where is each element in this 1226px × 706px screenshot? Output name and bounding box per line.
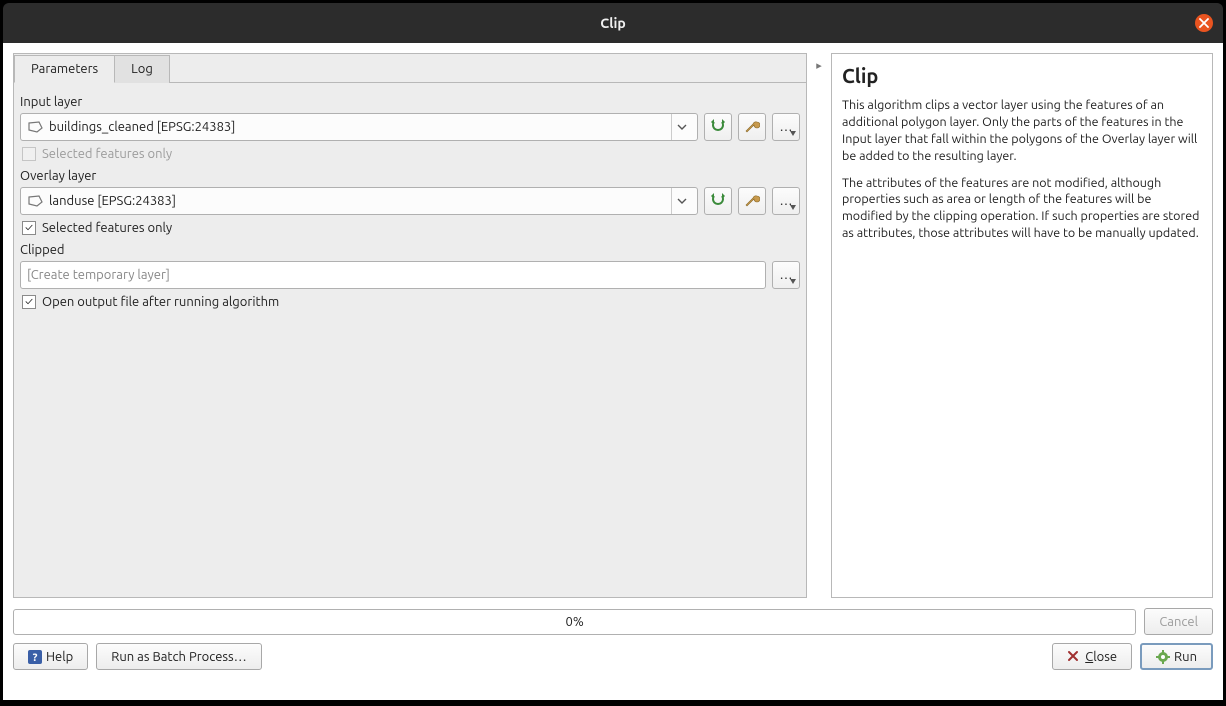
- input-layer-label: Input layer: [20, 95, 800, 109]
- wrench-icon[interactable]: [738, 187, 766, 215]
- clipped-output-input[interactable]: [Create temporary layer]: [20, 261, 766, 289]
- overlay-layer-row: landuse [EPSG:24383] …: [20, 187, 800, 215]
- input-selected-only-label: Selected features only: [42, 147, 172, 161]
- batch-button[interactable]: Run as Batch Process…: [96, 643, 261, 670]
- input-layer-row: buildings_cleaned [EPSG:24383]: [20, 113, 800, 141]
- input-selected-only-checkbox: [22, 147, 36, 161]
- overlay-layer-combo[interactable]: landuse [EPSG:24383]: [20, 187, 698, 215]
- help-pane: Clip This algorithm clips a vector layer…: [831, 53, 1213, 598]
- polygon-layer-icon: [27, 121, 43, 133]
- open-output-row: ✓ Open output file after running algorit…: [22, 295, 800, 309]
- help-icon: ?: [28, 650, 42, 664]
- close-icon[interactable]: [1195, 14, 1213, 32]
- help-button-label: Help: [46, 650, 73, 664]
- dialog-content: Parameters Log Input layer buildings_cle…: [3, 43, 1223, 700]
- progress-bar: 0%: [13, 609, 1136, 635]
- close-button-label: Close: [1085, 650, 1117, 664]
- close-x-icon: [1067, 650, 1081, 664]
- overlay-selected-only-row: ✓ Selected features only: [22, 221, 800, 235]
- input-layer-value: buildings_cleaned [EPSG:24383]: [49, 120, 667, 134]
- input-selected-only-row: Selected features only: [22, 147, 800, 161]
- open-output-checkbox[interactable]: ✓: [22, 295, 36, 309]
- help-paragraph-2: The attributes of the features are not m…: [842, 175, 1202, 243]
- parameters-pane: Parameters Log Input layer buildings_cle…: [13, 53, 807, 598]
- reload-icon[interactable]: [704, 113, 732, 141]
- run-button-label: Run: [1174, 650, 1197, 664]
- wrench-icon[interactable]: [738, 113, 766, 141]
- cancel-button: Cancel: [1144, 608, 1213, 635]
- dialog-window: Clip Parameters Log Input layer: [0, 0, 1226, 706]
- chevron-down-icon: [671, 188, 691, 214]
- close-button[interactable]: Close: [1052, 643, 1132, 670]
- chevron-down-icon: [671, 114, 691, 140]
- gear-run-icon: [1156, 650, 1170, 664]
- titlebar: Clip: [3, 3, 1223, 43]
- more-icon[interactable]: …: [772, 113, 800, 141]
- clipped-label: Clipped: [20, 243, 800, 257]
- button-row: ? Help Run as Batch Process… Close Run: [13, 643, 1213, 670]
- tab-bar: Parameters Log: [14, 54, 806, 82]
- window-title: Clip: [600, 15, 625, 31]
- run-button[interactable]: Run: [1140, 643, 1213, 670]
- overlay-selected-only-label: Selected features only: [42, 221, 172, 235]
- tab-log[interactable]: Log: [114, 55, 170, 83]
- polygon-layer-icon: [27, 195, 43, 207]
- more-icon[interactable]: …: [772, 261, 800, 289]
- main-columns: Parameters Log Input layer buildings_cle…: [13, 53, 1213, 598]
- svg-text:?: ?: [33, 652, 38, 664]
- progress-row: 0% Cancel: [13, 608, 1213, 635]
- clipped-row: [Create temporary layer] …: [20, 261, 800, 289]
- help-title: Clip: [842, 64, 1202, 87]
- help-paragraph-1: This algorithm clips a vector layer usin…: [842, 97, 1202, 165]
- reload-icon[interactable]: [704, 187, 732, 215]
- overlay-layer-label: Overlay layer: [20, 169, 800, 183]
- open-output-label: Open output file after running algorithm: [42, 295, 279, 309]
- help-button[interactable]: ? Help: [13, 643, 88, 670]
- parameters-body: Input layer buildings_cleaned [EPSG:2438…: [14, 82, 806, 597]
- tab-parameters[interactable]: Parameters: [14, 55, 115, 83]
- overlay-layer-value: landuse [EPSG:24383]: [49, 194, 667, 208]
- overlay-selected-only-checkbox[interactable]: ✓: [22, 221, 36, 235]
- collapse-handle[interactable]: ▸: [813, 53, 825, 598]
- input-layer-combo[interactable]: buildings_cleaned [EPSG:24383]: [20, 113, 698, 141]
- more-icon[interactable]: …: [772, 187, 800, 215]
